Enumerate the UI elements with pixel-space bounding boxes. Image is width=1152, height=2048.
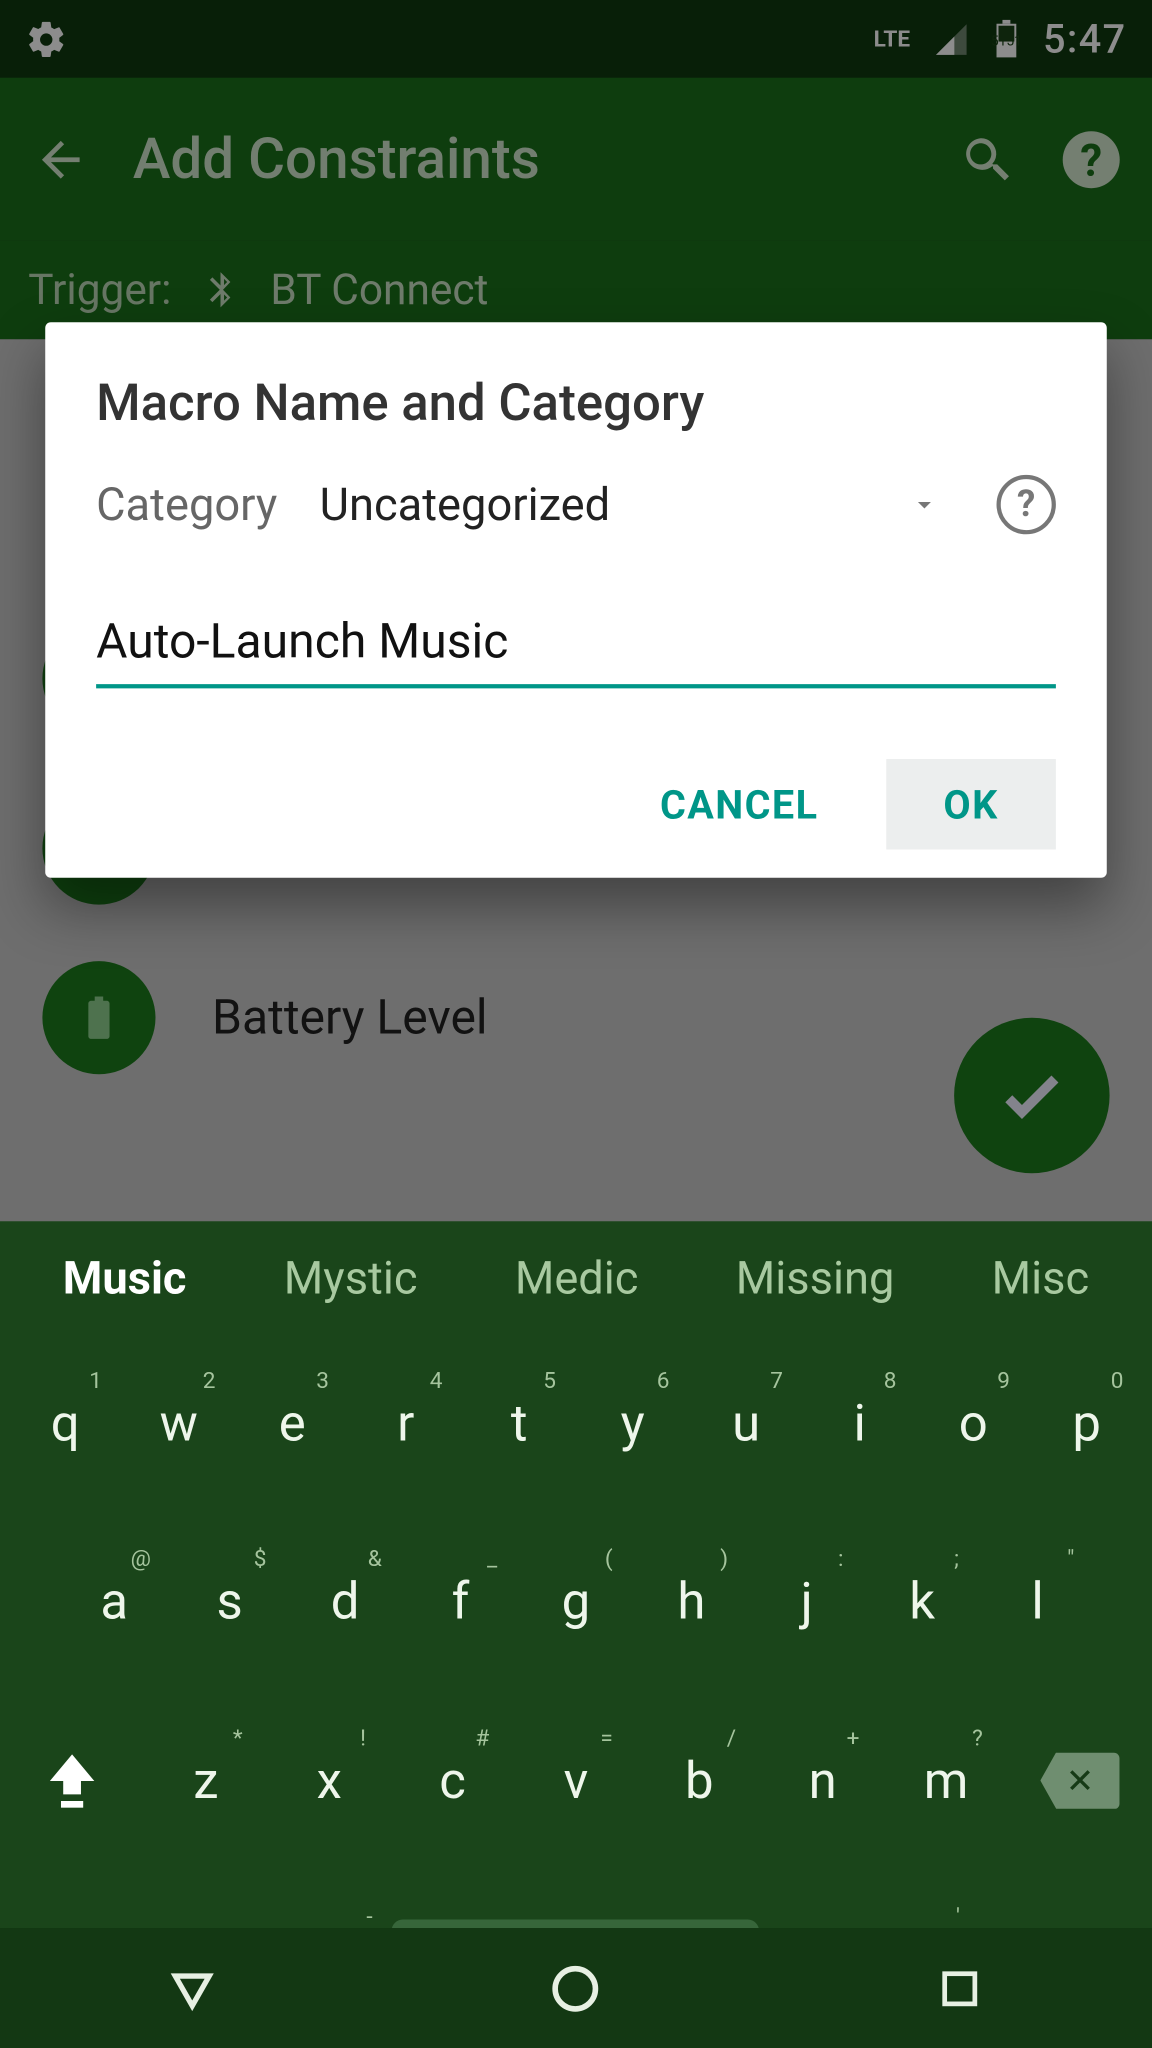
key-x[interactable]: x!: [278, 1718, 380, 1842]
nav-back-icon[interactable]: [150, 1946, 235, 2031]
key-q[interactable]: q1: [14, 1361, 116, 1485]
key-w[interactable]: w2: [128, 1361, 230, 1485]
category-dropdown[interactable]: Uncategorized: [320, 478, 954, 532]
suggestion-bar: Music Mystic Medic Missing Misc: [0, 1221, 1152, 1334]
key-p[interactable]: p0: [1036, 1361, 1138, 1485]
backspace-key[interactable]: ✕: [1016, 1724, 1143, 1837]
key-f[interactable]: f_: [410, 1540, 512, 1664]
soft-keyboard: Music Mystic Medic Missing Misc q1w2e3r4…: [0, 1221, 1152, 2048]
suggestion[interactable]: Medic: [515, 1251, 639, 1305]
chevron-down-icon: [909, 489, 940, 520]
key-o[interactable]: o9: [922, 1361, 1024, 1485]
key-z[interactable]: z*: [155, 1718, 257, 1842]
ok-button[interactable]: OK: [886, 759, 1056, 849]
shift-key[interactable]: [8, 1724, 135, 1837]
macro-name-input[interactable]: [96, 605, 1056, 688]
nav-recent-icon[interactable]: [918, 1946, 1003, 2031]
suggestion[interactable]: Music: [63, 1251, 187, 1305]
key-n[interactable]: n+: [772, 1718, 874, 1842]
key-y[interactable]: y6: [582, 1361, 684, 1485]
key-v[interactable]: v=: [525, 1718, 627, 1842]
key-r[interactable]: r4: [355, 1361, 457, 1485]
key-h[interactable]: h): [640, 1540, 742, 1664]
key-c[interactable]: c#: [402, 1718, 504, 1842]
key-t[interactable]: t5: [468, 1361, 570, 1485]
key-s[interactable]: s$: [179, 1540, 281, 1664]
cancel-button[interactable]: CANCEL: [620, 759, 858, 849]
key-k[interactable]: k;: [871, 1540, 973, 1664]
key-m[interactable]: m?: [895, 1718, 997, 1842]
key-d[interactable]: d&: [294, 1540, 396, 1664]
suggestion[interactable]: Missing: [736, 1251, 895, 1305]
category-label: Category: [96, 478, 277, 532]
category-help-icon[interactable]: ?: [997, 475, 1056, 534]
key-l[interactable]: l": [987, 1540, 1089, 1664]
key-a[interactable]: a@: [63, 1540, 165, 1664]
category-value: Uncategorized: [320, 478, 610, 532]
key-j[interactable]: j:: [756, 1540, 858, 1664]
nav-home-icon[interactable]: [534, 1946, 619, 2031]
macro-name-dialog: Macro Name and Category Category Uncateg…: [45, 322, 1107, 878]
navigation-bar: [0, 1928, 1152, 2048]
suggestion[interactable]: Misc: [992, 1251, 1090, 1305]
key-u[interactable]: u7: [695, 1361, 797, 1485]
key-i[interactable]: i8: [809, 1361, 911, 1485]
key-g[interactable]: g(: [525, 1540, 627, 1664]
key-b[interactable]: b/: [648, 1718, 750, 1842]
suggestion[interactable]: Mystic: [284, 1251, 418, 1305]
key-e[interactable]: e3: [241, 1361, 343, 1485]
dialog-title: Macro Name and Category: [96, 373, 1056, 432]
